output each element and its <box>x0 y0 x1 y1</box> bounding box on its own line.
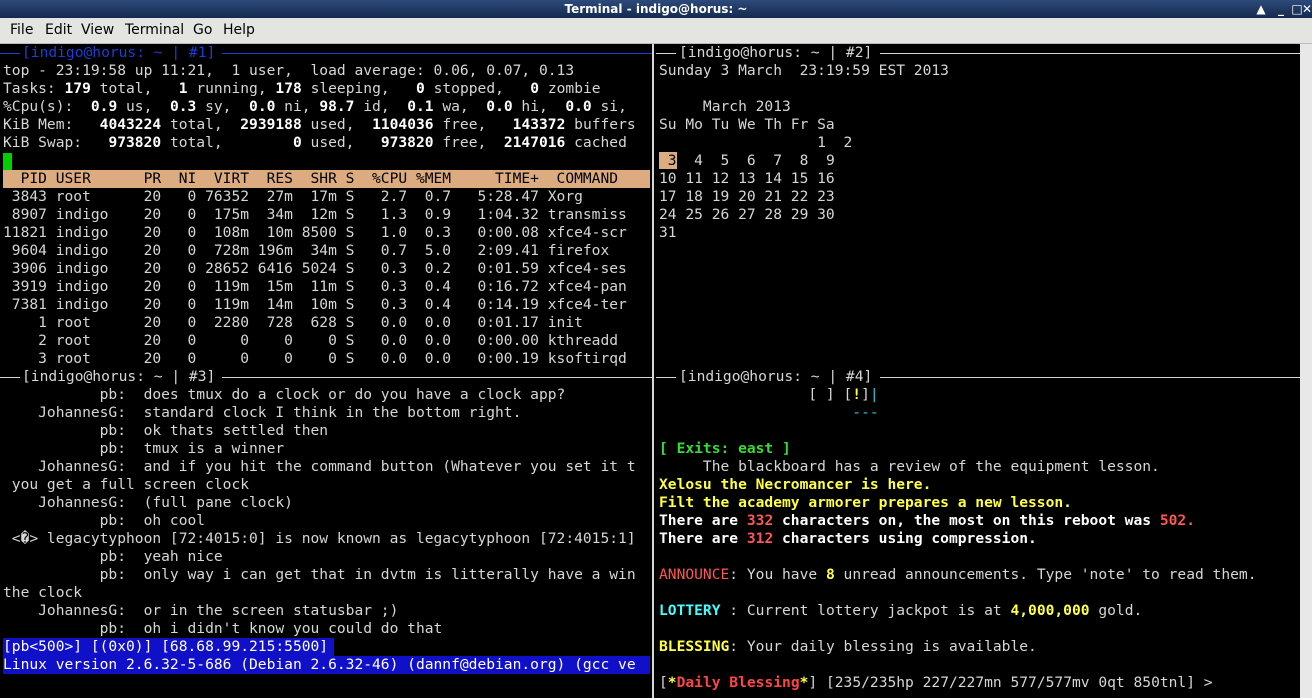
chat-line: the clock <box>3 584 83 601</box>
date-line: Sunday 3 March 23:19:59 EST 2013 <box>659 62 949 79</box>
menu-file[interactable]: File <box>10 22 33 38</box>
map-line: --- <box>659 404 879 421</box>
chat-line: pb: tmux is a winner <box>3 440 285 457</box>
top-cpu-line: %Cpu(s): 0.9 us, 0.3 sy, 0.0 ni, 98.7 id… <box>3 98 627 115</box>
lottery-line: LOTTERY : Current lottery jackpot is at … <box>659 602 1143 619</box>
calendar-week: 3 4 5 6 7 8 9 <box>659 152 835 169</box>
chat-line: <�> legacytyphoon [72:4015:0] is now kno… <box>3 530 636 547</box>
pane4-title-rule-right <box>880 377 1300 378</box>
chat-line: JohannesG: standard clock I think in the… <box>3 404 522 421</box>
terminal-scrollbar[interactable] <box>1300 44 1312 698</box>
chat-line: you get a full screen clock <box>3 476 250 493</box>
calendar-title: March 2013 <box>659 98 791 115</box>
chat-line: JohannesG: or in the screen statusbar ;) <box>3 602 399 619</box>
terminal-area[interactable]: [indigo@horus: ~ | #1] [indigo@horus: ~ … <box>0 44 1312 698</box>
menu-help[interactable]: Help <box>223 22 255 38</box>
pane2-title-rule-left <box>656 53 676 54</box>
pane4-title-rule-left <box>656 377 676 378</box>
process-row: 3906 indigo 20 0 28652 6416 5024 S 0.3 0… <box>3 260 627 277</box>
minimize-button[interactable]: _ <box>1274 2 1288 16</box>
process-row: 3 root 20 0 0 0 0 S 0.0 0.0 0:00.19 ksof… <box>3 350 627 367</box>
calendar-week: 31 <box>659 224 677 241</box>
top-mem-line: KiB Mem: 4043224 total, 2939188 used, 11… <box>3 116 636 133</box>
room-npc: Xelosu the Necromancer is here. <box>659 476 932 493</box>
announce-line: ANNOUNCE: You have 8 unread announcement… <box>659 566 1257 583</box>
kernel-status-bar: Linux version 2.6.32-5-686 (Debian 2.6.3… <box>3 656 650 674</box>
menu-view[interactable]: View <box>81 22 114 38</box>
process-row: 3919 indigo 20 0 119m 15m 11m S 0.3 0.4 … <box>3 278 627 295</box>
pane1-title-rule-right <box>222 53 652 54</box>
calendar-week: 1 2 <box>659 134 853 151</box>
calendar-week: 10 11 12 13 14 15 16 <box>659 170 835 187</box>
terminal-cursor <box>3 153 12 170</box>
process-row: 8907 indigo 20 0 175m 34m 12m S 1.3 0.9 … <box>3 206 627 223</box>
irc-status-bar: [pb<500>] [(0x0)] [68.68.99.215:5500] <box>3 638 334 656</box>
pane3-title-rule-left <box>0 377 20 378</box>
process-row: 11821 indigo 20 0 108m 10m 8500 S 1.0 0.… <box>3 224 627 241</box>
top-tasks-line: Tasks: 179 total, 1 running, 178 sleepin… <box>3 80 601 97</box>
calendar-today: 3 <box>659 152 677 169</box>
calendar-week: 24 25 26 27 28 29 30 <box>659 206 835 223</box>
top-swap-line: KiB Swap: 973820 total, 0 used, 973820 f… <box>3 134 627 151</box>
chat-line: pb: does tmux do a clock or do you have … <box>3 386 566 403</box>
process-row: 9604 indigo 20 0 728m 196m 34m S 0.7 5.0… <box>3 242 610 259</box>
process-table-header: PID USER PR NI VIRT RES SHR S %CPU %MEM … <box>3 170 680 188</box>
blessing-line: BLESSING: Your daily blessing is availab… <box>659 638 1037 655</box>
close-button[interactable]: ✕ <box>1302 2 1312 16</box>
pane1-title-rule-left <box>0 53 20 54</box>
window-titlebar: ▲ Terminal - indigo@horus: ~ _ □ ✕ <box>0 0 1312 18</box>
chat-line: pb: only way i can get that in dvtm is l… <box>3 566 636 583</box>
chat-line: pb: yeah nice <box>3 548 223 565</box>
room-description: The blackboard has a review of the equip… <box>659 458 1160 475</box>
room-npc: Filt the academy armorer prepares a new … <box>659 494 1072 511</box>
calendar-week: 17 18 19 20 21 22 23 <box>659 188 835 205</box>
characters-compression: There are 312 characters using compressi… <box>659 530 1037 547</box>
process-row: 7381 indigo 20 0 119m 14m 10m S 0.3 0.4 … <box>3 296 627 313</box>
chat-line: pb: ok thats settled then <box>3 422 329 439</box>
characters-online: There are 332 characters on, the most on… <box>659 512 1195 529</box>
menu-edit[interactable]: Edit <box>45 22 72 38</box>
process-row: 2 root 20 0 0 0 0 S 0.0 0.0 0:00.00 kthr… <box>3 332 619 349</box>
process-row: 1 root 20 0 2280 728 628 S 0.0 0.0 0:01.… <box>3 314 583 331</box>
menu-go[interactable]: Go <box>193 22 212 38</box>
pane2-title-rule-right <box>880 53 1300 54</box>
calendar-weekdays: Su Mo Tu We Th Fr Sa <box>659 116 835 133</box>
chat-line: JohannesG: and if you hit the command bu… <box>3 458 636 475</box>
chat-line: pb: oh i didn't know you could do that <box>3 620 443 637</box>
menu-bar: File Edit View Terminal Go Help <box>0 18 1312 44</box>
pane3-title: [indigo@horus: ~ | #3] <box>22 368 216 385</box>
pane3-title-rule-right <box>222 377 652 378</box>
pane-vertical-divider[interactable] <box>652 44 654 698</box>
chat-line: JohannesG: (full pane clock) <box>3 494 293 511</box>
map-line: [ ] [!]| <box>659 386 879 403</box>
pane4-title: [indigo@horus: ~ | #4] <box>679 368 873 385</box>
pane2-title: [indigo@horus: ~ | #2] <box>679 44 873 61</box>
window-title: Terminal - indigo@horus: ~ <box>564 2 748 16</box>
mud-prompt[interactable]: [*Daily Blessing*] [235/235hp 227/227mn … <box>659 674 1213 692</box>
menu-terminal[interactable]: Terminal <box>125 22 184 38</box>
pane1-title: [indigo@horus: ~ | #1] <box>22 44 216 61</box>
chat-line: pb: oh cool <box>3 512 206 529</box>
process-row: 3843 root 20 0 76352 27m 17m S 2.7 0.7 5… <box>3 188 583 205</box>
top-summary-line: top - 23:19:58 up 11:21, 1 user, load av… <box>3 62 575 79</box>
room-exits: [ Exits: east ] <box>659 440 791 457</box>
